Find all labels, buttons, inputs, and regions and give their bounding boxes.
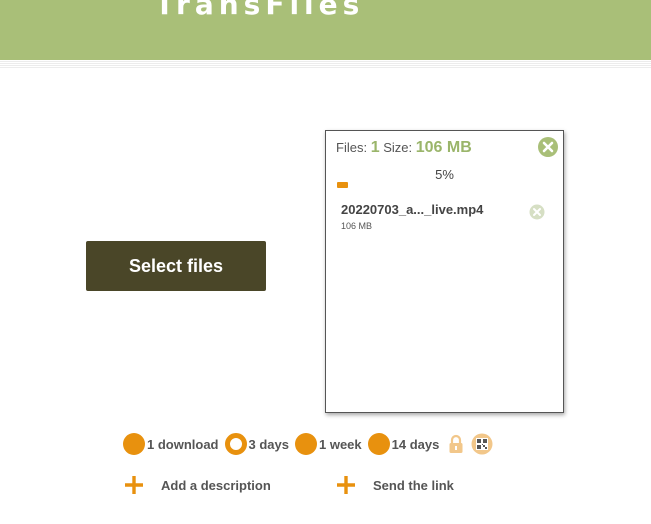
send-link-label: Send the link <box>373 477 454 493</box>
files-count: 1 <box>370 139 380 156</box>
file-size: 106 MB <box>341 221 373 231</box>
option-label: 14 days <box>391 436 440 452</box>
option-3-days[interactable]: 3 days <box>224 433 289 455</box>
radio-circle[interactable] <box>294 433 317 455</box>
lock-icon[interactable] <box>445 433 467 455</box>
radio-circle[interactable] <box>123 433 145 455</box>
radio-circle-selected[interactable] <box>224 433 247 455</box>
progress-bar <box>337 182 552 188</box>
upload-summary: Files: 1 Size: 106 MB <box>336 139 472 157</box>
option-1-download[interactable]: 1 download <box>123 433 219 455</box>
size-label: Size: <box>383 140 413 155</box>
option-1-week[interactable]: 1 week <box>294 433 362 455</box>
plus-icon <box>125 476 143 494</box>
option-label: 1 download <box>147 436 219 452</box>
progress-percent: 5% <box>435 167 454 182</box>
send-link-button[interactable]: Send the link <box>335 474 454 496</box>
progress-fill <box>337 182 348 188</box>
upload-panel: Files: 1 Size: 106 MB 5% 20220703_a..._l… <box>325 130 564 413</box>
add-description-label: Add a description <box>161 477 271 493</box>
files-label: Files: <box>336 140 368 155</box>
cancel-upload-icon[interactable] <box>537 136 559 158</box>
plus-icon <box>337 476 355 494</box>
remove-file-icon[interactable] <box>529 204 545 220</box>
radio-circle[interactable] <box>367 433 390 455</box>
select-files-button[interactable]: Select files <box>86 241 266 291</box>
add-description-button[interactable]: Add a description <box>123 474 271 496</box>
option-14-days[interactable]: 14 days <box>367 433 440 455</box>
option-label: 1 week <box>318 436 362 452</box>
total-size: 106 MB <box>415 139 472 156</box>
app-title: TransFiles <box>155 0 365 21</box>
header-divider <box>0 60 651 68</box>
app-header: TransFiles <box>0 0 651 60</box>
file-name: 20220703_a..._live.mp4 <box>341 202 484 217</box>
expiry-options: 1 download 3 days 1 week 14 days <box>123 432 497 456</box>
option-label: 3 days <box>248 436 289 452</box>
qr-code-icon[interactable] <box>471 433 493 455</box>
